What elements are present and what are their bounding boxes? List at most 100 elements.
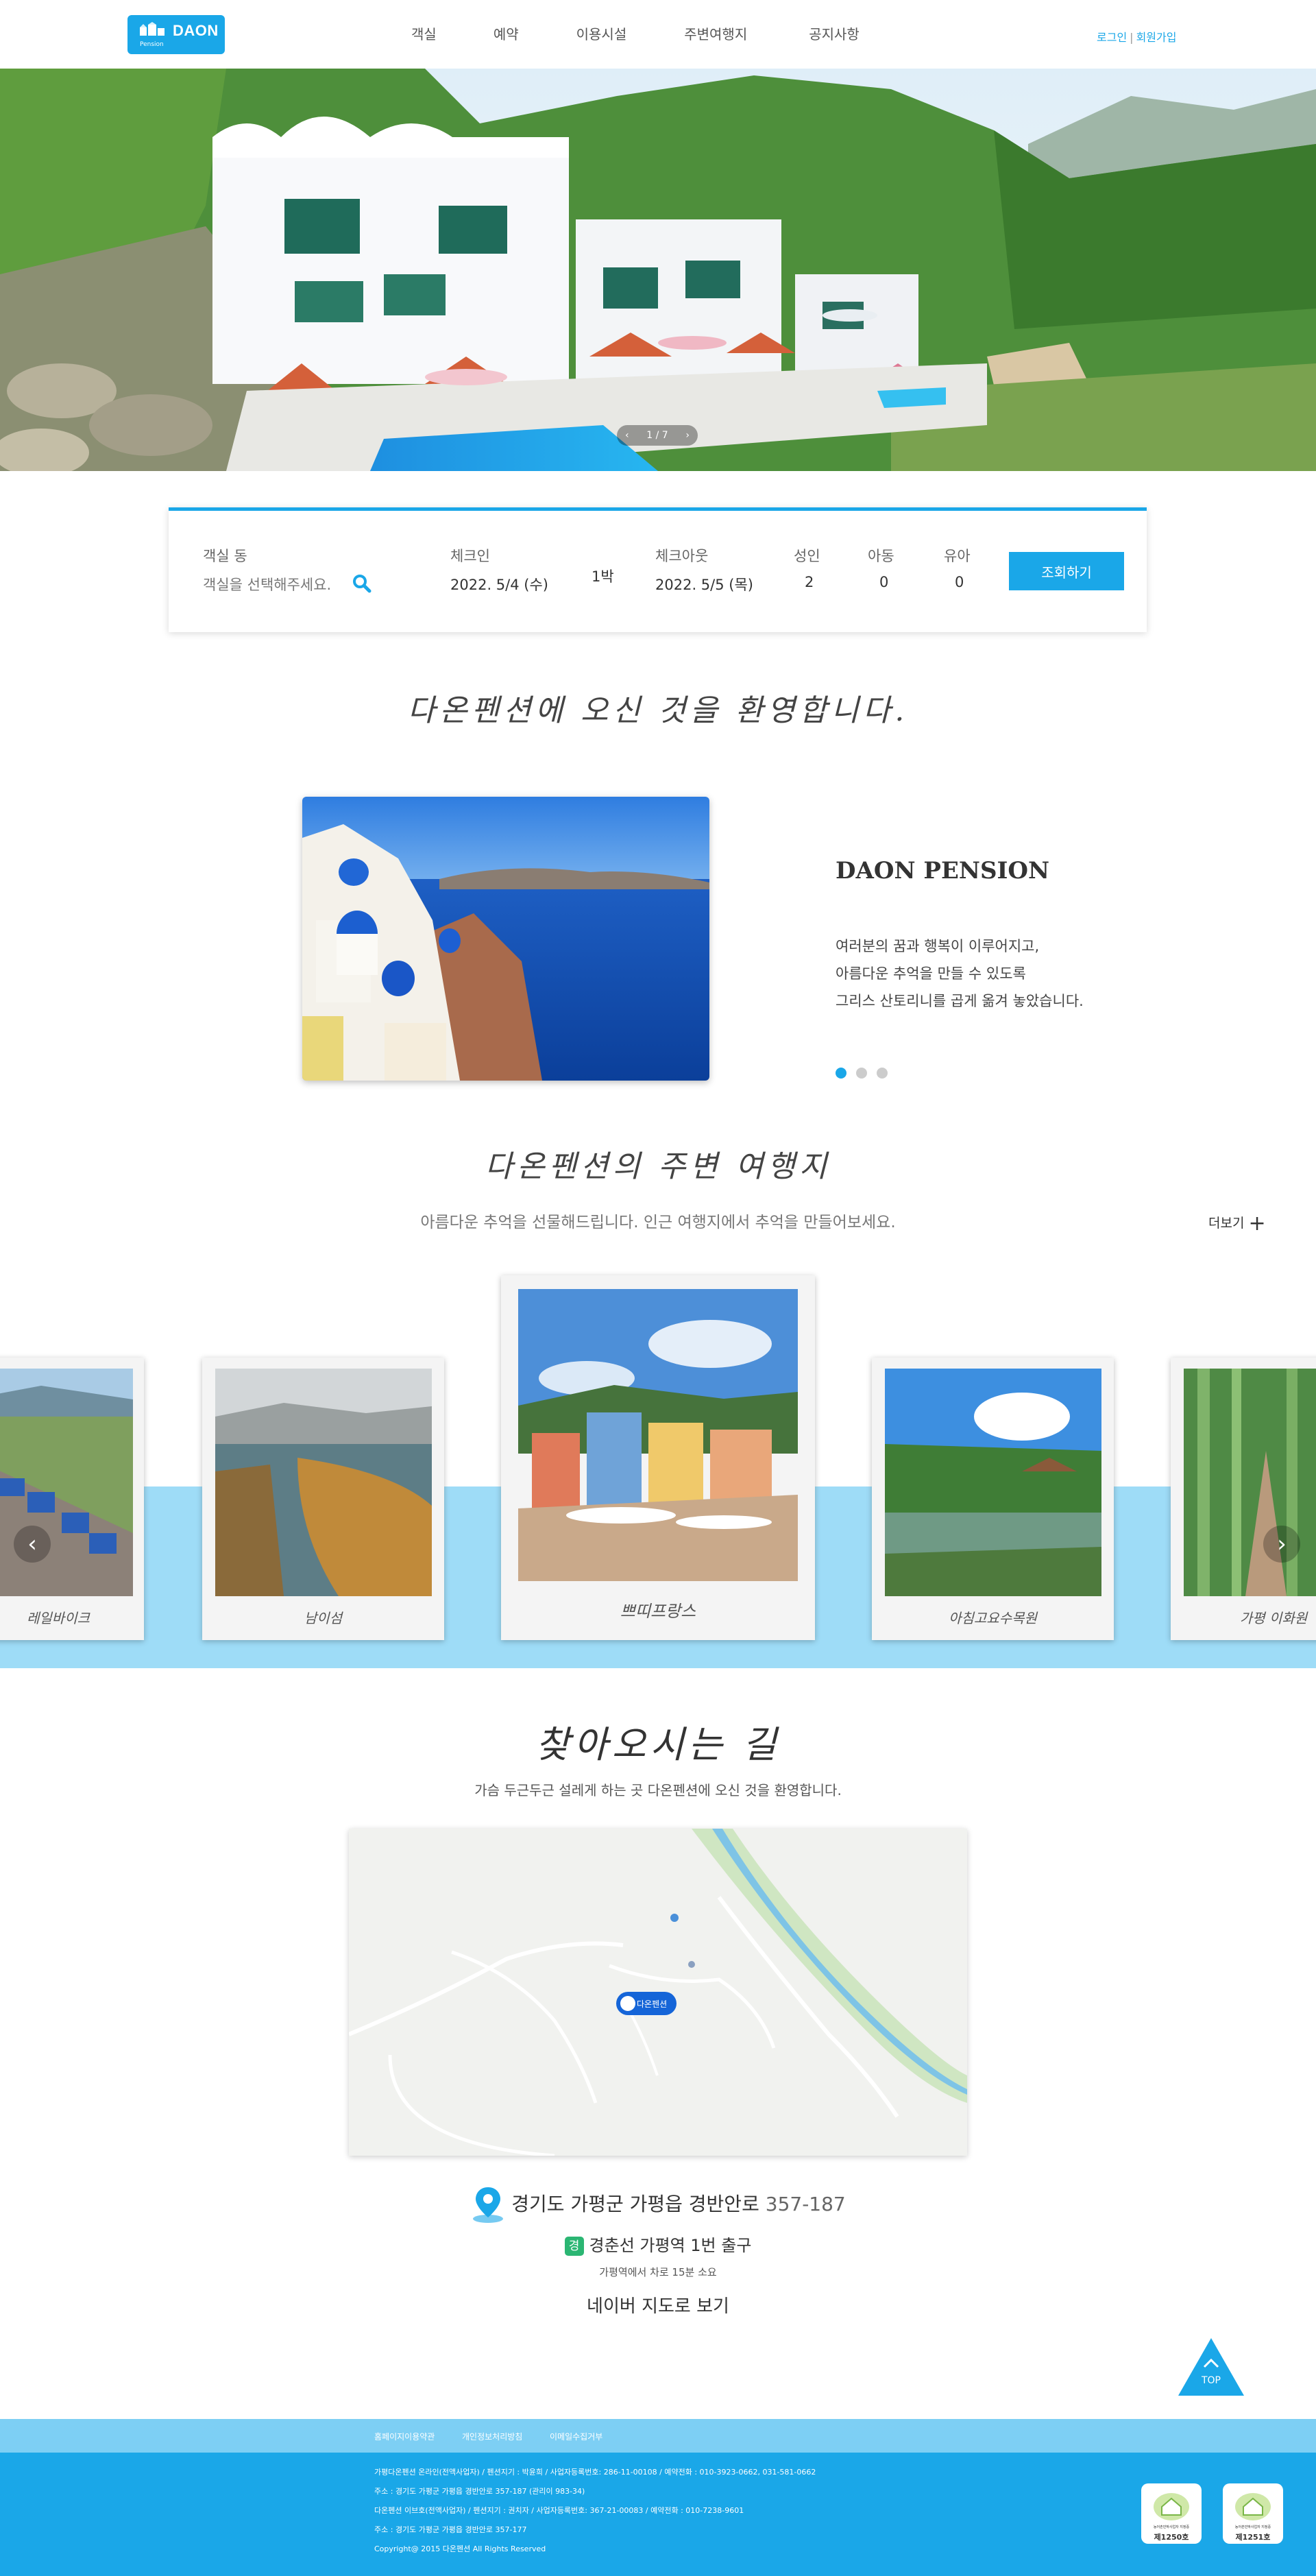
hero-next-button[interactable]: ›	[685, 430, 690, 441]
tour-card[interactable]: 가평 이화원	[1171, 1358, 1316, 1640]
namiseom-photo	[215, 1369, 432, 1596]
checkin-date[interactable]: 2022. 5/4 (수)	[450, 574, 548, 594]
tour-card[interactable]: 레일바이크	[0, 1358, 144, 1640]
nav-item-rooms[interactable]: 객실	[411, 23, 437, 43]
nav-item-nearby[interactable]: 주변여행지	[684, 23, 747, 43]
plus-icon: +	[1248, 1212, 1266, 1236]
location-map[interactable]: 다온펜션	[349, 1829, 967, 2156]
petitefrance-photo	[518, 1289, 798, 1581]
logo-subtext: Pension	[140, 41, 164, 48]
station-info: 경 경춘선 가평역 1번 출구	[0, 2232, 1316, 2256]
welcome-desc-line: 그리스 산토리니를 곱게 옮겨 놓았습니다.	[836, 993, 1084, 1009]
address-text: 경기도 가평군 가평읍 경반안로	[511, 2193, 759, 2215]
subway-badge-icon: 경	[564, 2237, 584, 2256]
nav-item-reservation[interactable]: 예약	[494, 23, 519, 43]
copyright: Copyright@ 2015 다온펜션 All Rights Reserved	[374, 2544, 546, 2553]
cert-caption: 농어촌민박사업자 지정증	[1234, 2525, 1271, 2529]
santorini-photo	[302, 797, 709, 1081]
checkin-label: 체크인	[450, 548, 490, 564]
railbike-photo	[0, 1369, 133, 1596]
room-label: 객실 동	[203, 548, 247, 564]
certification-badge: 농어촌민박사업자 지정증 제1250호	[1141, 2483, 1202, 2544]
pagination-dot-1[interactable]	[836, 1068, 846, 1079]
tour-card[interactable]: 아침고요수목원	[872, 1358, 1114, 1640]
house-seal-icon	[1235, 2493, 1271, 2520]
checkout-label: 체크아웃	[655, 548, 709, 564]
nights-count: 1박	[592, 568, 614, 585]
header: DAON Pension 객실 예약 이용시설 주변여행지 공지사항 로그인 | 회…	[0, 0, 1316, 69]
footer-info-line: 주소 : 경기도 가평군 가평읍 경반안로 357-187 (관리이 983-3…	[374, 2487, 585, 2496]
tour-prev-arrow[interactable]: ‹	[14, 1526, 51, 1563]
more-label: 더보기	[1208, 1216, 1245, 1231]
cert-caption: 농어촌민박사업자 지정증	[1153, 2525, 1190, 2529]
back-to-top-button[interactable]: TOP	[1177, 2337, 1245, 2397]
hero-page-indicator: 1 / 7	[646, 430, 668, 441]
map-marker-label: 다온펜션	[637, 1999, 667, 2009]
map-title: 찾아오시는 길	[535, 1723, 781, 1766]
pagination-dot-3[interactable]	[877, 1068, 888, 1079]
welcome-desc-line: 아름다운 추억을 만들 수 있도록	[836, 965, 1026, 982]
terms-link[interactable]: 홈페이지이용약관	[374, 2431, 435, 2442]
welcome-description: 여러분의 꿈과 행복이 이루어지고, 아름다운 추억을 만들 수 있도록 그리스…	[836, 932, 1084, 1015]
address: 경기도 가평군 가평읍 경반안로 357-187	[0, 2186, 1316, 2224]
logo[interactable]: DAON Pension	[127, 15, 225, 54]
top-triangle-icon	[1178, 2338, 1244, 2396]
welcome-title: 다온펜션에 오신 것을 환영합니다.	[407, 693, 909, 728]
tour-subtitle: 아름다운 추억을 선물해드립니다. 인근 여행지에서 추억을 만들어보세요.	[420, 1214, 896, 1231]
more-link[interactable]: 더보기 +	[1208, 1212, 1266, 1236]
adult-label: 성인	[794, 548, 820, 564]
building-icon	[140, 22, 164, 36]
footer-info-line: 주소 : 경기도 가평군 가평읍 경반안로 357-177	[374, 2525, 527, 2534]
map-subtitle: 가슴 두근두근 설레게 하는 곳 다온펜션에 오신 것을 환영합니다.	[474, 1782, 842, 1798]
account-divider: |	[1130, 31, 1134, 44]
ihwawon-photo	[1184, 1369, 1316, 1596]
tour-card-featured[interactable]: 쁘띠프랑스	[501, 1275, 815, 1640]
footer-info-line: 가평다온펜션 온라인(전액사업자) / 펜션지기 : 박윤희 / 사업자등록번호…	[374, 2468, 816, 2477]
top-label: TOP	[1201, 2375, 1221, 2386]
tour-card-title: 쁘띠프랑스	[620, 1602, 696, 1621]
welcome-desc-line: 여러분의 꿈과 행복이 이루어지고,	[836, 938, 1040, 954]
tour-card[interactable]: 남이섬	[202, 1358, 444, 1640]
child-count[interactable]: 0	[879, 574, 888, 590]
certification-badge: 농어촌민박사업자 지정증 제1251호	[1223, 2483, 1283, 2544]
station-text: 경춘선 가평역 1번 출구	[589, 2236, 752, 2255]
adult-count[interactable]: 2	[805, 574, 814, 590]
naver-map-link[interactable]: 네이버 지도로 보기	[0, 2292, 1316, 2318]
travel-time: 가평역에서 차로 15분 소요	[599, 2266, 717, 2278]
hero-counter: ‹ 1 / 7 ›	[617, 425, 698, 446]
main-nav: 객실 예약 이용시설 주변여행지 공지사항	[411, 23, 860, 43]
infant-count[interactable]: 0	[955, 574, 964, 590]
nav-item-facilities[interactable]: 이용시설	[576, 23, 627, 43]
infant-label: 유아	[944, 548, 971, 564]
hero-prev-button[interactable]: ‹	[625, 430, 629, 441]
house-seal-icon	[1154, 2493, 1189, 2520]
booking-bar: 객실 동 객실을 선택해주세요. 체크인 2022. 5/4 (수) 1박 체크…	[169, 507, 1147, 632]
hero-photo	[0, 69, 1316, 471]
checkout-date[interactable]: 2022. 5/5 (목)	[655, 574, 753, 594]
email-refuse-link[interactable]: 이메일수집거부	[550, 2431, 602, 2442]
join-link[interactable]: 회원가입	[1136, 31, 1177, 44]
tour-card-title: 남이섬	[304, 1610, 343, 1626]
room-select[interactable]: 객실을 선택해주세요.	[203, 574, 331, 594]
nav-item-notice[interactable]: 공지사항	[809, 23, 860, 43]
privacy-link[interactable]: 개인정보처리방침	[462, 2431, 522, 2442]
arboretum-photo	[885, 1369, 1101, 1596]
hero-slider: ‹ 1 / 7 ›	[0, 69, 1316, 471]
search-icon[interactable]	[352, 574, 371, 593]
tour-title: 다온펜션의 주변 여행지	[485, 1149, 831, 1184]
footer-info-line: 다온펜션 이브호(전액사업자) / 펜션지기 : 권치자 / 사업자등록번호: …	[374, 2506, 744, 2515]
footer: 가평다온펜션 온라인(전액사업자) / 펜션지기 : 박윤희 / 사업자등록번호…	[0, 2453, 1316, 2576]
tour-card-title: 레일바이크	[27, 1610, 90, 1626]
account-links: 로그인 | 회원가입	[1097, 28, 1176, 45]
tour-next-arrow[interactable]: ›	[1263, 1526, 1300, 1563]
cert-number: 제1250호	[1154, 2533, 1189, 2542]
welcome-heading: DAON PENSION	[836, 857, 1050, 884]
tour-card-title: 가평 이화원	[1239, 1610, 1308, 1626]
pagination-dot-2[interactable]	[856, 1068, 867, 1079]
address-number: 357-187	[765, 2193, 846, 2215]
login-link[interactable]: 로그인	[1097, 31, 1127, 44]
child-label: 아동	[868, 548, 894, 564]
search-button[interactable]: 조회하기	[1009, 552, 1124, 590]
cert-number: 제1251호	[1235, 2533, 1271, 2542]
footer-nav: 홈페이지이용약관 개인정보처리방침 이메일수집거부	[0, 2419, 1316, 2453]
